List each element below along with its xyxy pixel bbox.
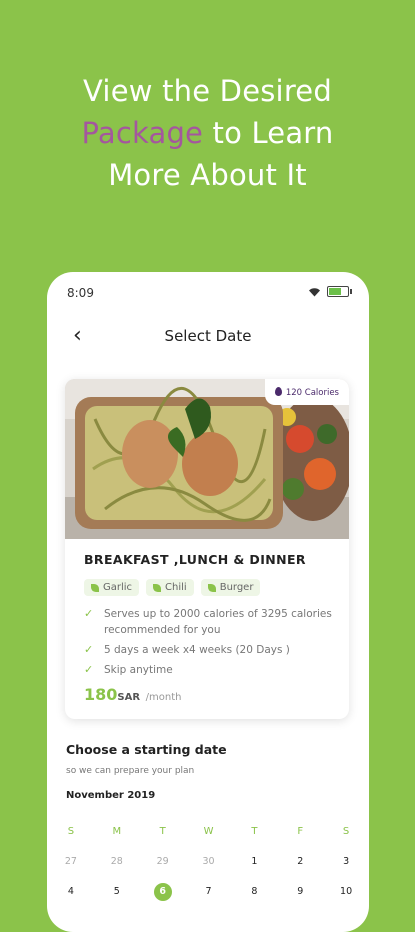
weekday-label: T (251, 826, 258, 837)
calorie-drop-icon (274, 387, 282, 396)
calendar-day[interactable]: 27 (48, 847, 94, 877)
schedule-subtitle: so we can prepare your plan (66, 766, 195, 776)
calendar-day[interactable]: 30 (186, 847, 232, 877)
calendar-day[interactable]: 2 (277, 847, 323, 877)
page-title: Select Date (164, 327, 252, 345)
calendar-day[interactable]: 29 (140, 847, 186, 877)
leaf-icon (207, 583, 216, 592)
calendar-day-selected[interactable]: 6 (140, 877, 186, 907)
feature-item: ✓ Serves up to 2000 calories of 3295 calo… (84, 606, 334, 638)
weekday-label: F (297, 826, 304, 837)
calendar-day[interactable]: 8 (231, 877, 277, 907)
leaf-icon (91, 583, 99, 592)
plan-price: 180SAR /month (84, 685, 181, 704)
ingredient-tags: Garlic Chili Burger (84, 579, 261, 596)
plan-features: ✓ Serves up to 2000 calories of 3295 calo… (84, 606, 334, 682)
headline-line2: to Learn (203, 116, 334, 150)
weekday-label: M (112, 826, 122, 837)
check-icon: ✓ (84, 607, 94, 620)
weekday-label: S (342, 826, 350, 837)
calendar-day[interactable]: 4 (48, 877, 94, 907)
weekday-label: S (67, 826, 75, 837)
calendar-day[interactable]: 9 (277, 877, 323, 907)
check-icon: ✓ (84, 663, 94, 676)
feature-text: Skip anytime (104, 664, 173, 676)
package-card[interactable]: 120 Calories BREAKFAST ,LUNCH & DINNER G… (65, 379, 349, 719)
meal-plan-title: BREAKFAST ,LUNCH & DINNER (84, 552, 306, 567)
calories-badge: 120 Calories (264, 379, 349, 405)
calendar-month: November 2019 (66, 790, 156, 801)
calendar-week: 27 28 29 30 1 2 3 (47, 847, 369, 877)
tag-chili: Chili (146, 579, 194, 596)
calendar-day[interactable]: 10 (323, 877, 369, 907)
tag-label: Burger (219, 582, 254, 593)
battery-icon (327, 286, 352, 297)
weekday-row: S M T W T F S (47, 817, 369, 847)
selected-day-label: 6 (153, 883, 172, 901)
calendar-week: 4 5 6 7 8 9 10 (47, 877, 369, 907)
calendar-day[interactable]: 5 (94, 877, 140, 907)
calendar-day[interactable]: 7 (186, 877, 232, 907)
tag-label: Chili (165, 582, 187, 593)
price-amount: 180 (84, 685, 118, 704)
headline-line1: View the Desired (83, 74, 332, 108)
calendar-day[interactable]: 1 (231, 847, 277, 877)
phone-screen: 8:09 ‹ Select Date 120 Calories BREAKFAS… (47, 272, 369, 932)
status-time: 8:09 (67, 286, 94, 300)
tag-garlic: Garlic (84, 579, 140, 596)
feature-item: ✓ 5 days a week x4 weeks (20 Days ) (84, 642, 334, 658)
tag-label: Garlic (103, 582, 133, 593)
weekday-label: T (159, 826, 166, 837)
calories-badge-text: 120 Calories (285, 388, 339, 398)
top-nav: ‹ Select Date (47, 324, 369, 348)
wifi-icon (309, 287, 320, 296)
headline-highlight: Package (81, 116, 204, 150)
feature-text: 5 days a week x4 weeks (20 Days ) (104, 644, 290, 656)
calendar-day[interactable]: 3 (323, 847, 369, 877)
weekday-label: W (203, 826, 214, 837)
price-currency: SAR (117, 692, 141, 703)
headline-line3: More About It (108, 158, 307, 192)
check-icon: ✓ (84, 643, 94, 656)
calendar: S M T W T F S 27 28 29 30 1 2 3 4 5 6 7 … (47, 817, 369, 907)
leaf-icon (153, 583, 162, 592)
status-bar: 8:09 (67, 286, 352, 302)
feature-text: Serves up to 2000 calories of 3295 calor… (104, 608, 332, 636)
schedule-title: Choose a starting date (66, 742, 227, 757)
price-period: /month (145, 692, 182, 703)
status-icons (308, 286, 352, 297)
promo-headline: View the Desired Package to Learn More A… (0, 70, 415, 196)
tag-burger: Burger (200, 579, 261, 596)
calendar-day[interactable]: 28 (94, 847, 140, 877)
feature-item: ✓ Skip anytime (84, 662, 334, 678)
